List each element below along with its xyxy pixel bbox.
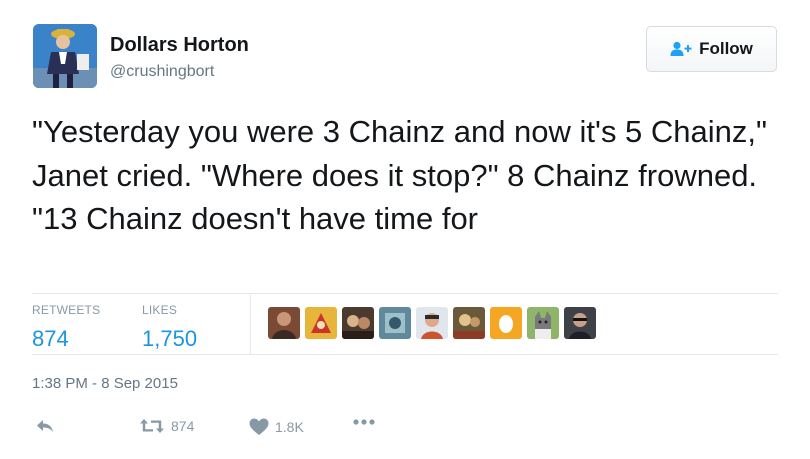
liker-avatar[interactable]	[416, 307, 448, 339]
avatar[interactable]	[33, 24, 97, 88]
retweet-button[interactable]: 874	[139, 418, 194, 434]
follow-person-icon	[670, 41, 692, 56]
stats-top-divider	[32, 293, 778, 294]
reply-button[interactable]	[36, 418, 54, 434]
heart-icon	[249, 418, 269, 435]
user-handle[interactable]: @crushingbort	[110, 63, 214, 81]
stats-separator	[250, 295, 251, 354]
retweets-stat[interactable]: RETWEETS 874	[32, 303, 100, 352]
more-icon	[353, 419, 375, 425]
liker-avatar[interactable]	[342, 307, 374, 339]
follow-label: Follow	[699, 39, 753, 58]
liker-avatar[interactable]	[379, 307, 411, 339]
liker-avatar[interactable]	[453, 307, 485, 339]
tweet-timestamp[interactable]: 1:38 PM - 8 Sep 2015	[32, 375, 178, 392]
tweet-actions: 874 1.8K	[32, 418, 432, 442]
liker-avatar[interactable]	[490, 307, 522, 339]
likes-label: LIKES	[142, 303, 178, 317]
like-count: 1.8K	[275, 419, 304, 435]
retweet-icon	[140, 419, 164, 433]
display-name[interactable]: Dollars Horton	[110, 34, 249, 57]
liker-avatars	[268, 307, 596, 339]
liker-avatar[interactable]	[564, 307, 596, 339]
retweet-count: 874	[171, 418, 195, 434]
follow-button[interactable]: Follow	[646, 26, 777, 72]
retweets-label: RETWEETS	[32, 303, 101, 317]
likes-stat[interactable]: LIKES 1,750	[142, 303, 197, 352]
tweet-text: "Yesterday you were 3 Chainz and now it'…	[32, 114, 768, 236]
like-button[interactable]: 1.8K	[249, 418, 304, 436]
liker-avatar[interactable]	[527, 307, 559, 339]
liker-avatar[interactable]	[268, 307, 300, 339]
likes-count[interactable]: 1,750	[142, 326, 197, 352]
liker-avatar[interactable]	[305, 307, 337, 339]
stats-bottom-divider	[32, 354, 778, 355]
more-button[interactable]	[352, 418, 376, 426]
reply-icon	[37, 420, 53, 432]
retweets-count[interactable]: 874	[32, 326, 100, 352]
